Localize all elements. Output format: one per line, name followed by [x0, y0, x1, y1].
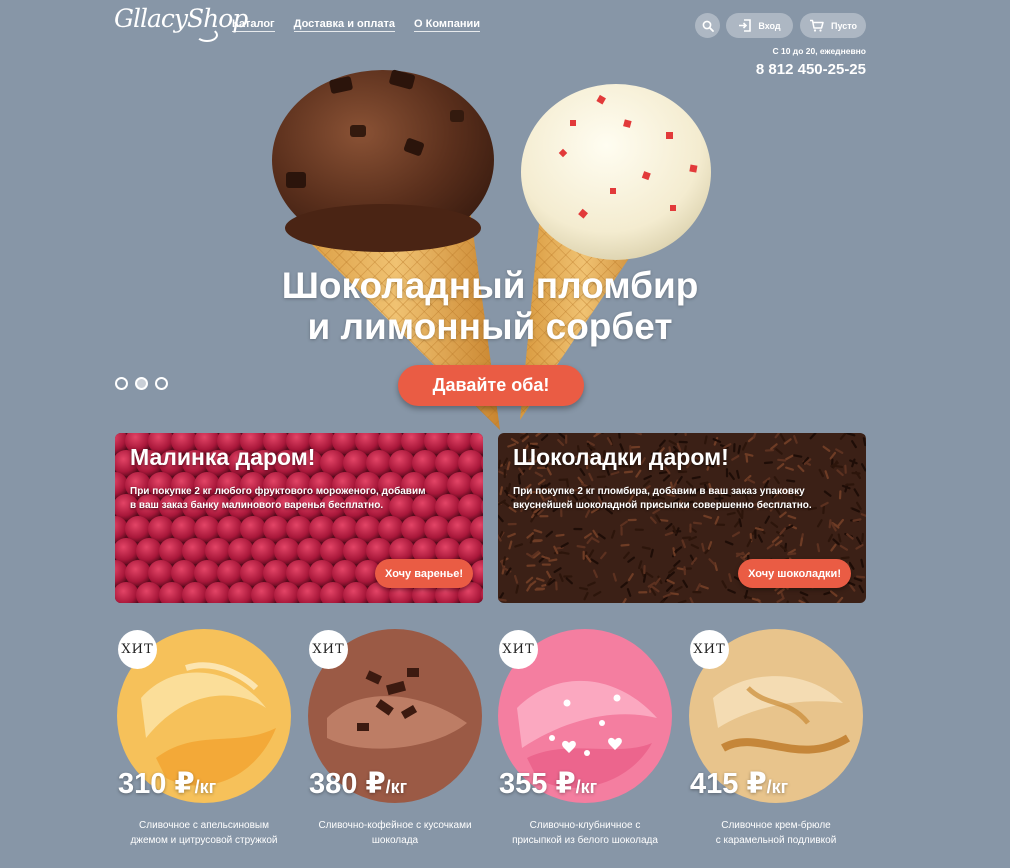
- promo-card-raspberry: Малинка даром! При покупке 2 кг любого ф…: [115, 433, 483, 603]
- promo-button-jam[interactable]: Хочу варенье!: [375, 559, 473, 588]
- product-price: 415 ₽/кг: [690, 768, 789, 800]
- promo-button-chocolate[interactable]: Хочу шоколадки!: [738, 559, 851, 588]
- product-name: Сливочное крем-брюле с карамельной подлив…: [715, 820, 837, 846]
- promo-title: Малинка даром!: [130, 444, 316, 470]
- hit-badge: ХИТ: [309, 630, 348, 669]
- hit-badge: ХИТ: [499, 630, 538, 669]
- product-price: 355 ₽/кг: [499, 768, 598, 800]
- product-card[interactable]: ХИТ 355 ₽/кг Сливочно-клубничное с присып…: [497, 628, 673, 868]
- product-name: Сливочно-клубничное с присыпкой из белого…: [512, 820, 658, 846]
- promo-title: Шоколадки даром!: [513, 444, 729, 470]
- product-card[interactable]: ХИТ 415 ₽/кг Сливочное крем-брюле с карам…: [688, 628, 864, 868]
- slider-dot-1[interactable]: [115, 377, 128, 390]
- product-price: 310 ₽/кг: [118, 768, 217, 800]
- hit-badge: ХИТ: [690, 630, 729, 669]
- product-price: 380 ₽/кг: [309, 768, 408, 800]
- promo-card-chocolate: Шоколадки даром! При покупке 2 кг пломби…: [498, 433, 866, 603]
- promo-text: При покупке 2 кг пломбира, добавим в ваш…: [513, 486, 812, 511]
- product-name: Сливочное с апельсиновым джемом и цитрусо…: [130, 820, 278, 846]
- slider-dots: [115, 377, 168, 390]
- hero-cta-button[interactable]: Давайте оба!: [398, 365, 584, 406]
- product-card[interactable]: ХИТ 310 ₽/кг Сливочное с апельсиновым дже…: [116, 628, 292, 868]
- hit-badge: ХИТ: [118, 630, 157, 669]
- slider-dot-2[interactable]: [135, 377, 148, 390]
- promo-text: При покупке 2 кг любого фруктового морож…: [130, 486, 426, 511]
- slider-dot-3[interactable]: [155, 377, 168, 390]
- hero-title-line-2: и лимонный сорбет: [307, 306, 673, 347]
- product-card[interactable]: ХИТ 380 ₽/кг Сливочно-кофейное с кусочка…: [307, 628, 483, 868]
- hero-title-line-1: Шоколадный пломбир: [281, 265, 699, 306]
- product-name: Сливочно-кофейное с кусочками шоколада: [318, 820, 472, 846]
